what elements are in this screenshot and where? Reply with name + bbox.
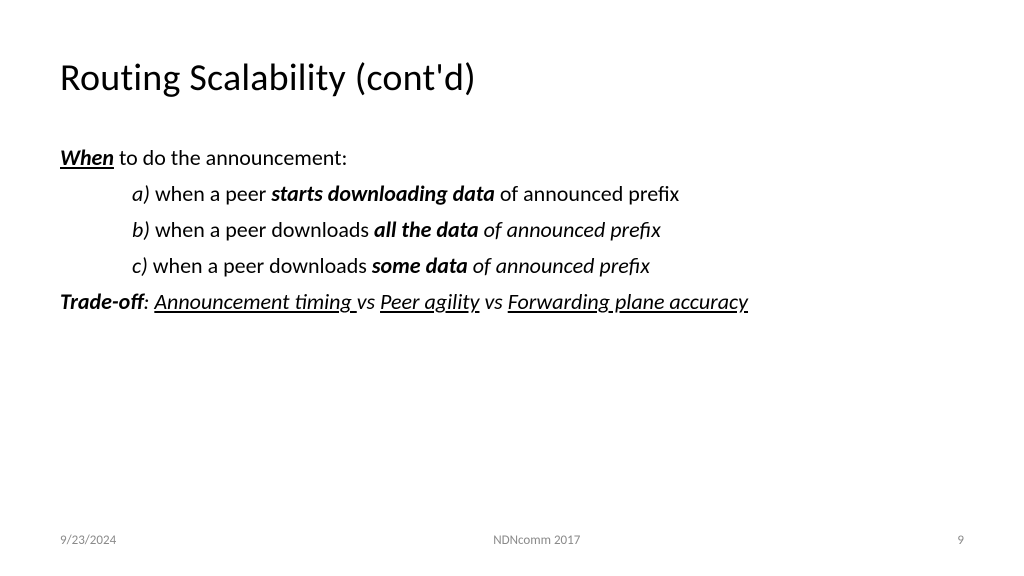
slide-content: When to do the announcement: a) when a p… <box>60 141 964 319</box>
slide-title: Routing Scalability (cont'd) <box>60 55 964 101</box>
item-b-pre: when a peer downloads <box>150 216 374 243</box>
slide: Routing Scalability (cont'd) When to do … <box>0 0 1024 576</box>
tradeoff-vs2: vs <box>484 288 502 315</box>
tradeoff-part2: Peer agility <box>380 288 479 315</box>
tradeoff-line: Trade-off: Announcement timing vs Peer a… <box>60 285 964 319</box>
item-b: b) when a peer downloads all the data of… <box>60 213 964 247</box>
footer: 9/23/2024 NDNcomm 2017 9 <box>0 533 1024 548</box>
item-a: a) when a peer starts downloading data o… <box>60 177 964 211</box>
item-c: c) when a peer downloads some data of an… <box>60 249 964 283</box>
tradeoff-colon: : <box>143 288 154 315</box>
footer-date: 9/23/2024 <box>60 533 116 548</box>
item-a-post: of announced prefix <box>495 180 679 207</box>
tradeoff-part3: Forwarding plane accuracy <box>508 288 748 315</box>
item-c-post: of announced prefix <box>473 252 650 279</box>
item-a-bold: starts downloading data <box>271 180 495 207</box>
lead-line: When to do the announcement: <box>60 141 964 175</box>
item-b-post: of announced prefix <box>484 216 661 243</box>
tradeoff-part1: Announcement timing <box>154 288 356 315</box>
item-b-bold: all the data <box>374 216 484 243</box>
item-c-pre: when a peer downloads <box>148 252 372 279</box>
footer-page: 9 <box>957 533 964 548</box>
item-a-pre: when a peer <box>150 180 271 207</box>
item-letter-a: a) <box>132 180 150 207</box>
when-word: When <box>60 144 114 171</box>
footer-event: NDNcomm 2017 <box>493 533 580 548</box>
lead-rest: to do the announcement: <box>114 144 347 171</box>
tradeoff-label: Trade-off <box>60 288 143 315</box>
item-c-bold: some data <box>372 252 473 279</box>
tradeoff-vs1: vs <box>357 288 375 315</box>
item-letter-b: b) <box>132 216 150 243</box>
item-letter-c: c) <box>132 252 148 279</box>
